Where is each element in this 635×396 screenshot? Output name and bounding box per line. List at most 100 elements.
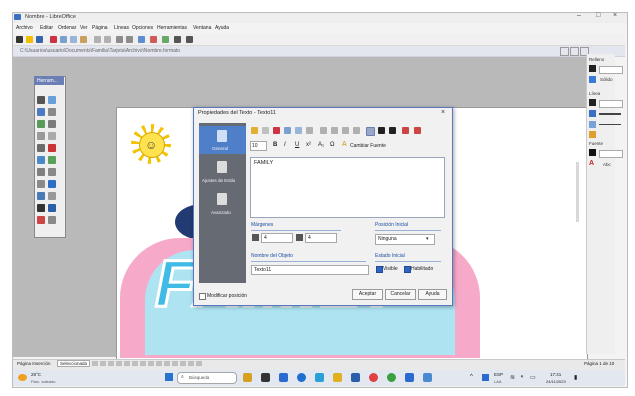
volume-icon[interactable]: ◖ [520,374,524,380]
menu-lineas[interactable]: Líneas [114,25,129,31]
image-tool-icon[interactable] [48,96,56,104]
battery-icon[interactable]: ▭ [530,374,536,381]
doc-minimize-button[interactable] [560,47,569,56]
font-size-select[interactable]: 10 [250,141,267,151]
open-text-icon[interactable] [251,127,258,134]
menu-ordenar[interactable]: Ordenar [58,25,76,31]
grid-tool-icon[interactable] [48,168,56,176]
line-color-swatch[interactable] [589,99,596,106]
close-button[interactable]: × [613,12,617,19]
margin-top-input[interactable]: 4 [305,233,337,243]
dialog-close-button[interactable]: × [441,109,445,116]
change-font-button[interactable]: Cambiar Fuente [350,143,386,149]
modify-position-checkbox[interactable] [199,293,206,300]
save-text-icon[interactable] [262,127,269,134]
cut-text-icon[interactable] [284,127,291,134]
delete-icon[interactable] [150,36,157,43]
text-tool-icon[interactable] [37,156,45,164]
maximize-button[interactable]: □ [596,12,600,19]
new-icon[interactable] [16,36,23,43]
style-page-icon[interactable] [217,161,227,173]
subscript-button[interactable]: A₁ [318,142,324,148]
menu-ayuda[interactable]: Ayuda [215,25,229,31]
taskbar-app-7-icon[interactable] [351,373,360,382]
cancel-button[interactable]: Cancelar [385,289,416,300]
align-icon[interactable] [126,36,133,43]
fill-style-icon[interactable] [589,76,596,83]
weather-icon[interactable] [18,374,27,381]
taskbar-app-3-icon[interactable] [279,373,288,382]
pen-icon[interactable] [50,36,57,43]
line-width-icon[interactable] [589,110,596,117]
menu-opciones[interactable]: Opciones [132,25,153,31]
layer-icon[interactable] [162,36,169,43]
line-style-preview[interactable] [599,124,621,125]
font-color-select[interactable] [599,150,623,158]
help-button[interactable]: Ayuda [418,289,447,300]
margin-left-input[interactable]: 4 [261,233,293,243]
pencil-tool-icon[interactable] [48,144,56,152]
menu-pagina[interactable]: Página [92,25,108,31]
open-icon[interactable] [26,36,33,43]
circle-tool-icon[interactable] [37,180,45,188]
superscript-button[interactable]: x² [306,142,311,148]
paste-icon[interactable] [80,36,87,43]
align-center-icon[interactable] [331,127,338,134]
color-icon[interactable] [402,127,409,134]
doc-restore-button[interactable] [570,47,579,56]
dialog-nav-style-label[interactable]: Ajustes de Estilo [202,178,235,183]
change-font-icon[interactable]: A [342,141,347,148]
bold-button[interactable]: B [273,142,277,148]
taskbar-app-8-icon[interactable] [369,373,378,382]
minimize-button[interactable]: – [577,12,581,19]
copy-icon[interactable] [70,36,77,43]
advanced-page-icon[interactable] [217,193,227,205]
number-icon[interactable] [389,127,396,134]
special-char-button[interactable]: Ω [330,142,335,148]
bullet-icon[interactable] [378,127,385,134]
page-tabs-strip[interactable] [92,361,202,366]
select-tool-icon[interactable] [37,96,45,104]
print-icon[interactable] [186,36,193,43]
page-tab-selected[interactable]: Seleccionada [57,360,91,367]
fill-color-swatch[interactable] [589,65,596,72]
tray-app-icon[interactable] [482,374,489,381]
fill-color-select[interactable] [599,66,623,74]
menu-ver[interactable]: Ver [80,25,88,31]
visible-checkbox[interactable] [376,266,383,273]
line-end-icon[interactable] [589,131,596,138]
dialog-nav-advanced-label[interactable]: Avanzado [211,210,231,215]
line-width-preview[interactable] [599,113,621,115]
save-icon[interactable] [36,36,43,43]
line-color-select[interactable] [599,100,623,108]
copy-text-icon[interactable] [295,127,302,134]
start-windows-icon[interactable] [165,373,173,381]
menu-archivo[interactable]: Archivo [16,25,33,31]
font-icon[interactable]: A [589,160,594,167]
notification-icon[interactable]: ▮ [574,374,577,381]
menu-editar[interactable]: Editar [40,25,53,31]
taskbar-chrome-icon[interactable] [387,373,396,382]
tray-lang[interactable]: ESP [494,372,503,377]
menu-herramientas[interactable]: Herramientas [157,25,187,31]
columns-icon[interactable] [366,127,375,136]
taskbar-app-2-icon[interactable] [261,373,270,382]
barcode2-tool-icon[interactable] [37,204,45,212]
tray-chevron-icon[interactable]: ^ [470,374,473,380]
taskbar-app-5-icon[interactable] [315,373,324,382]
barcode-tool-icon[interactable] [37,168,45,176]
line-tool-icon[interactable] [37,144,45,152]
taskbar-folder-icon[interactable] [333,373,342,382]
accept-button[interactable]: Aceptar [352,289,383,300]
special-tool-icon[interactable] [37,216,45,224]
square-tool-icon[interactable] [37,132,45,140]
chevron-down-icon[interactable]: ▾ [426,236,429,242]
frame-tool-icon[interactable] [37,108,45,116]
object-name-input[interactable]: Texto11 [251,265,369,275]
taskbar-app-10-icon[interactable] [405,373,414,382]
rect-tool-icon[interactable] [48,120,56,128]
underline-button[interactable]: U [295,142,299,148]
text-content-area[interactable] [250,157,445,218]
menu-ventana[interactable]: Ventana [193,25,211,31]
align-left-icon[interactable] [320,127,327,134]
